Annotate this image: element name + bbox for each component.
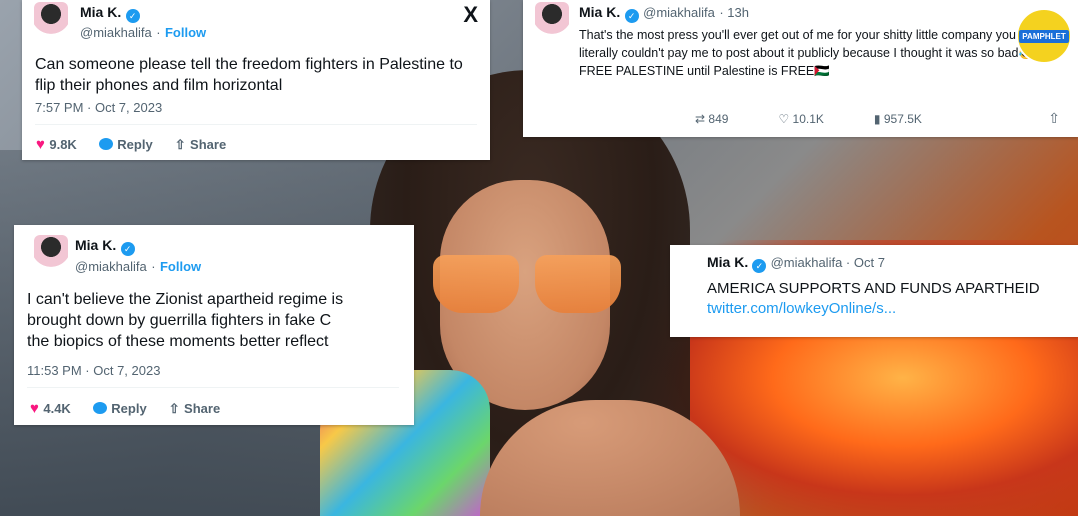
handle-row: @miakhalifa · Follow bbox=[80, 24, 206, 42]
tweet-card-4: Mia K. ✓ @miakhalifa · Oct 7 AMERICA SUP… bbox=[670, 245, 1078, 337]
divider bbox=[35, 124, 477, 125]
share-button[interactable]: ⇧ Share bbox=[169, 400, 221, 418]
avatar[interactable] bbox=[535, 2, 569, 42]
reply-bubble-icon bbox=[98, 138, 113, 150]
like-count: 4.4K bbox=[43, 401, 71, 416]
handle-row: @miakhalifa · Follow bbox=[75, 258, 201, 276]
divider bbox=[27, 387, 399, 388]
share-button[interactable]: ⇧ Share bbox=[175, 136, 227, 154]
separator: · bbox=[156, 25, 161, 40]
share-label: Share bbox=[190, 137, 227, 152]
like-count: 9.8K bbox=[49, 137, 77, 152]
reply-label: Reply bbox=[117, 137, 153, 152]
like-button[interactable]: ♥ 4.4K bbox=[30, 400, 71, 418]
like-count: 10.1K bbox=[792, 112, 824, 126]
verified-badge-icon: ✓ bbox=[125, 9, 140, 23]
retweet-icon: ⇄ bbox=[695, 112, 706, 126]
author-handle[interactable]: @miakhalifa bbox=[75, 259, 147, 274]
reply-bubble-icon bbox=[92, 402, 107, 414]
view-count: 957.5K bbox=[883, 112, 922, 126]
separator: · bbox=[151, 259, 156, 274]
verified-badge-icon: ✓ bbox=[624, 9, 639, 23]
share-label: Share bbox=[184, 401, 221, 416]
tweet-timestamp[interactable]: 11:53 PM · Oct 7, 2023 bbox=[27, 363, 160, 378]
avatar[interactable] bbox=[34, 235, 68, 275]
share-icon: ⇧ bbox=[174, 137, 186, 152]
author-row: Mia K. ✓ @miakhalifa · 13h bbox=[579, 4, 749, 23]
reply-button[interactable]: Reply bbox=[98, 136, 153, 154]
tweet-card-3: Mia K. ✓ @miakhalifa · Follow I can't be… bbox=[14, 225, 414, 425]
heart-icon: ♥ bbox=[36, 136, 45, 153]
author-handle[interactable]: @miakhalifa bbox=[80, 25, 152, 40]
author-name[interactable]: Mia K. bbox=[707, 254, 748, 270]
tweet-stats: ⇄ 849 ♡ 10.1K ▮ 957.5K bbox=[695, 112, 922, 126]
tweet-timestamp[interactable]: 7:57 PM · Oct 7, 2023 bbox=[35, 100, 162, 115]
pamphlet-logo-text: PAMPHLET bbox=[1019, 29, 1069, 43]
retweet-count: 849 bbox=[708, 112, 729, 126]
author-row: Mia K. ✓ @miakhalifa · Oct 7 bbox=[707, 254, 885, 273]
sunglasses-right-lens bbox=[535, 255, 621, 313]
author-handle[interactable]: @miakhalifa · Oct 7 bbox=[771, 255, 885, 270]
heart-icon: ♥ bbox=[30, 400, 39, 417]
tweet-card-1: Mia K. ✓ @miakhalifa · Follow X Can some… bbox=[22, 0, 490, 160]
heart-outline-icon: ♡ bbox=[778, 112, 790, 126]
tweet-text: Can someone please tell the freedom figh… bbox=[35, 56, 463, 94]
share-icon: ⇧ bbox=[168, 401, 180, 416]
author-row: Mia K. ✓ bbox=[80, 4, 140, 23]
sunglasses-left-lens bbox=[433, 255, 519, 313]
follow-button[interactable]: Follow bbox=[165, 25, 206, 40]
views-button[interactable]: ▮ 957.5K bbox=[874, 112, 922, 126]
author-row: Mia K. ✓ bbox=[75, 237, 135, 256]
tweet-text: AMERICA SUPPORTS AND FUNDS APARTHEID bbox=[707, 280, 1040, 297]
bar-chart-icon: ▮ bbox=[873, 112, 881, 126]
tweet-card-2: Mia K. ✓ @miakhalifa · 13h That's the mo… bbox=[523, 0, 1078, 137]
follow-button[interactable]: Follow bbox=[160, 259, 201, 274]
tweet-link[interactable]: twitter.com/lowkeyOnline/s... bbox=[707, 300, 896, 317]
tweet-text: That's the most press you'll ever get ou… bbox=[579, 28, 1053, 78]
tweet-time[interactable]: · 13h bbox=[719, 5, 749, 20]
author-name[interactable]: Mia K. bbox=[80, 4, 121, 20]
tweet-actions: ♥ 4.4K Reply ⇧ Share bbox=[30, 400, 220, 418]
author-handle[interactable]: @miakhalifa bbox=[643, 5, 715, 20]
avatar[interactable] bbox=[34, 2, 68, 42]
pamphlet-logo: PAMPHLET bbox=[1016, 8, 1072, 64]
like-button[interactable]: ♥ 9.8K bbox=[36, 136, 77, 154]
share-icon[interactable]: ⇧ bbox=[1048, 110, 1060, 127]
reply-label: Reply bbox=[111, 401, 147, 416]
author-name[interactable]: Mia K. bbox=[579, 4, 620, 20]
x-logo-icon[interactable]: X bbox=[463, 2, 478, 28]
tweet-actions: ♥ 9.8K Reply ⇧ Share bbox=[36, 136, 226, 154]
verified-badge-icon: ✓ bbox=[120, 242, 135, 256]
reply-button[interactable]: Reply bbox=[92, 400, 147, 418]
retweet-button[interactable]: ⇄ 849 bbox=[695, 112, 728, 126]
author-name[interactable]: Mia K. bbox=[75, 237, 116, 253]
like-button[interactable]: ♡ 10.1K bbox=[778, 112, 823, 126]
tweet-text: I can't believe the Zionist apartheid re… bbox=[27, 291, 344, 350]
verified-badge-icon: ✓ bbox=[752, 259, 767, 273]
